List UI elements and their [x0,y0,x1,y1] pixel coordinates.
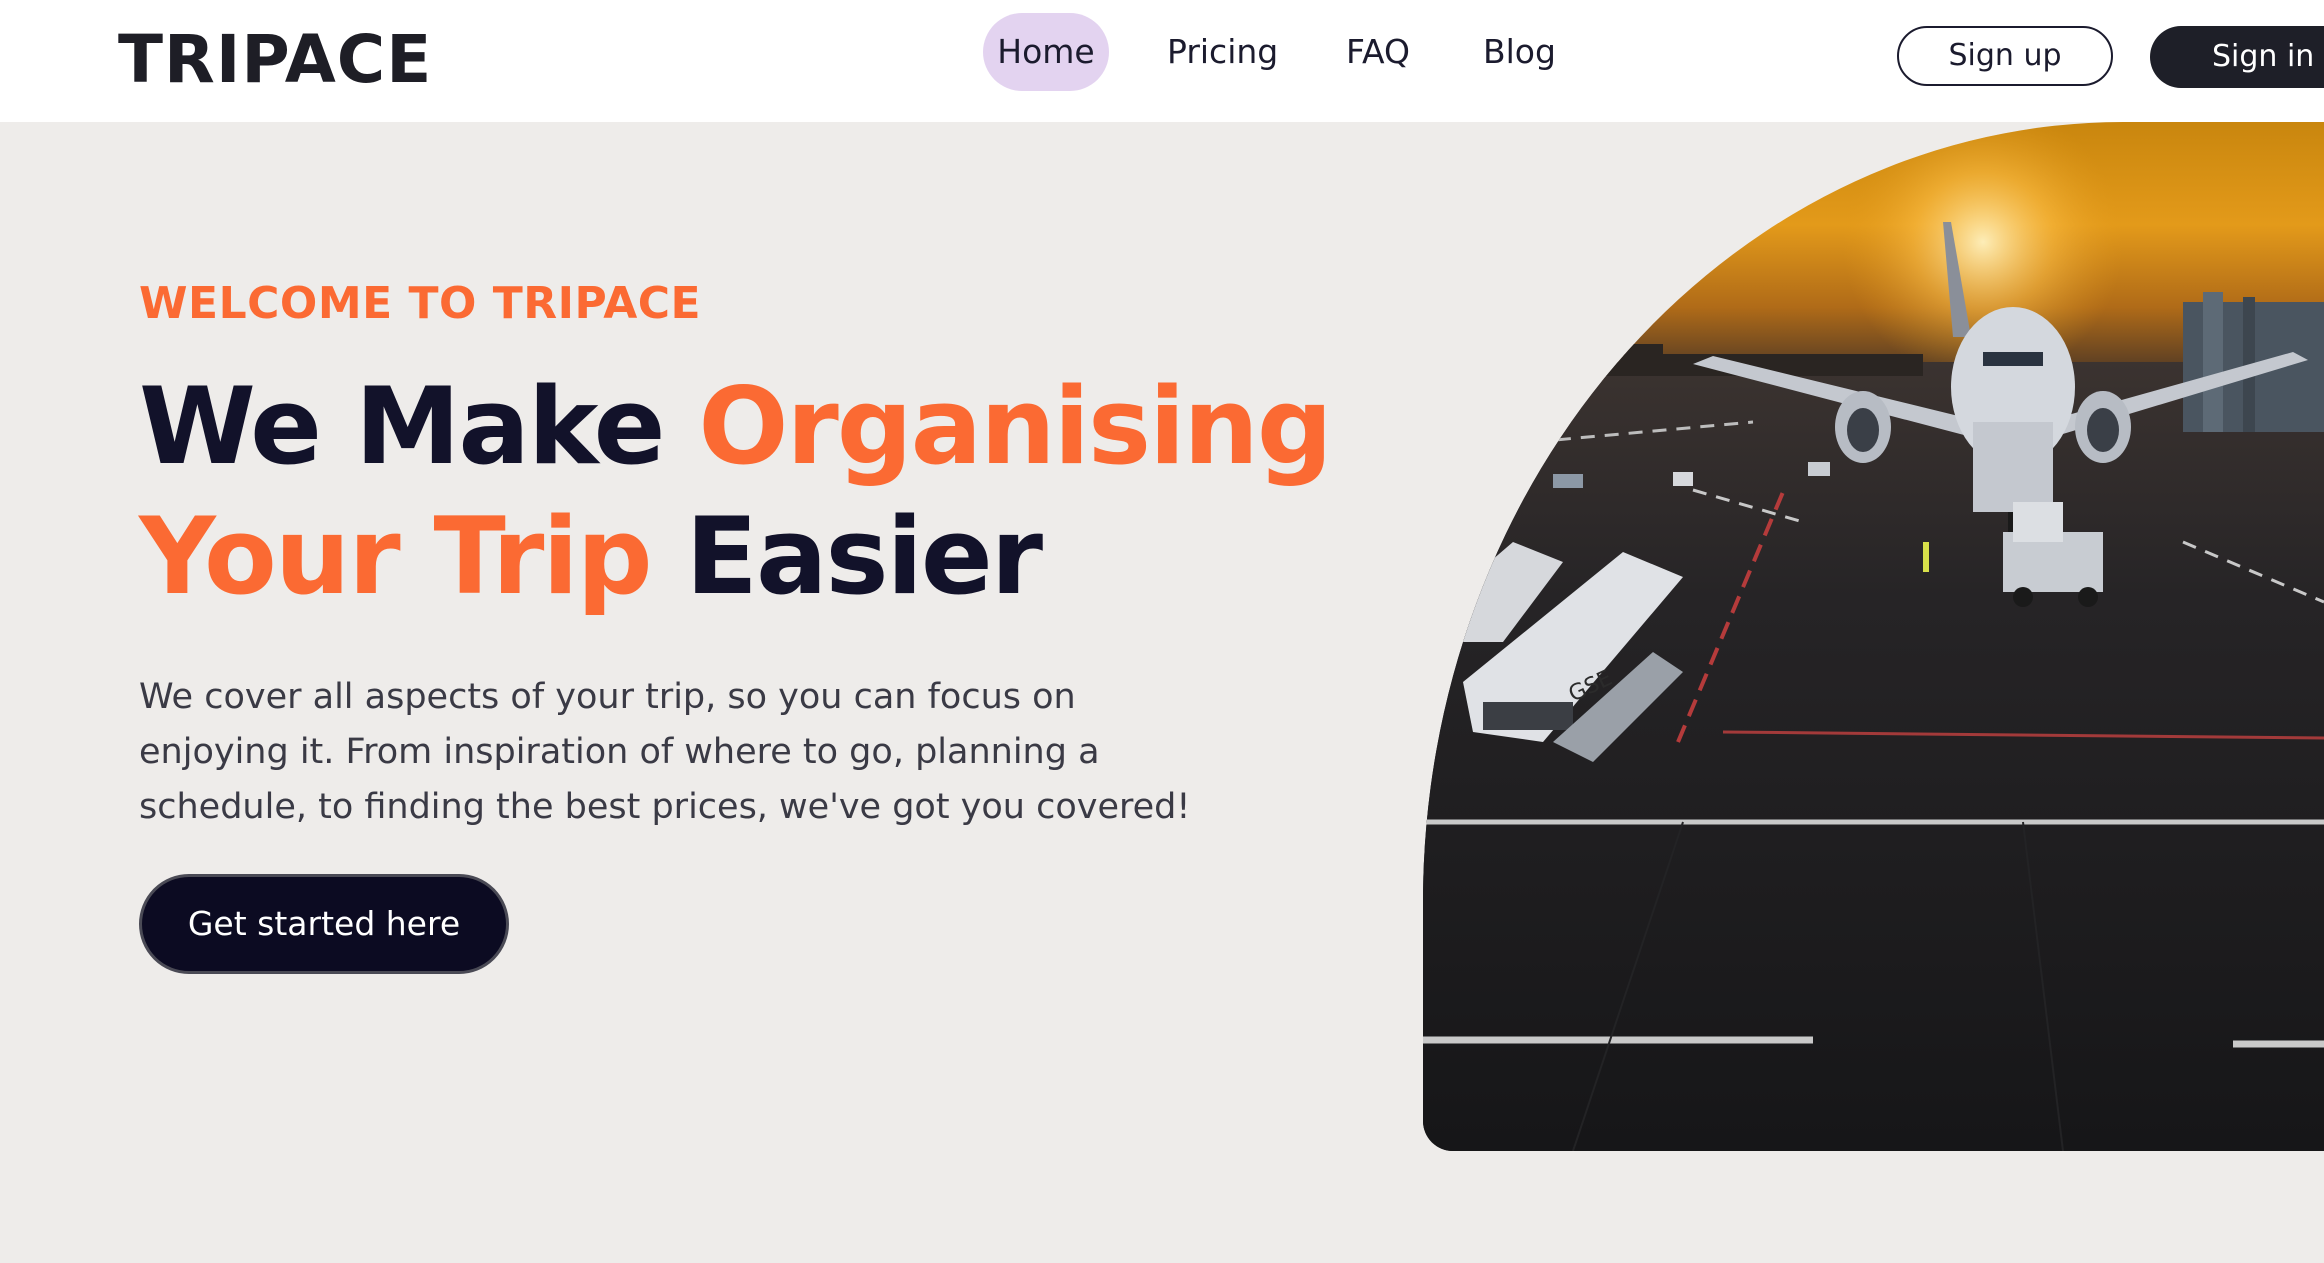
hero-eyebrow: WELCOME TO TRIPACE [139,278,702,329]
logo[interactable]: TRIPACE [118,18,432,102]
nav-faq[interactable]: FAQ [1346,13,1410,91]
hero-section: WELCOME TO TRIPACE We Make Organising Yo… [0,122,2324,1263]
headline-part-2: Organising [698,365,1332,488]
nav-blog[interactable]: Blog [1483,13,1556,91]
nav-home[interactable]: Home [983,13,1109,91]
hero-description: We cover all aspects of your trip, so yo… [139,677,1191,827]
airport-apron-illustration: GSE [1423,122,2324,1151]
nav-pricing[interactable]: Pricing [1167,13,1278,91]
headline-part-4: Easier [650,495,1044,618]
sign-in-button[interactable]: Sign in [2150,26,2324,88]
site-header: TRIPACE Home Pricing FAQ Blog Sign up Si… [0,0,2324,122]
headline-part-1: We Make [139,365,699,488]
sign-up-button[interactable]: Sign up [1897,26,2113,86]
headline-part-3: Your Trip [139,495,653,618]
get-started-button[interactable]: Get started here [139,874,509,974]
hero-headline: We Make Organising Your Trip Easier [139,362,1379,622]
hero-airplane-image: GSE [1423,122,2324,1151]
